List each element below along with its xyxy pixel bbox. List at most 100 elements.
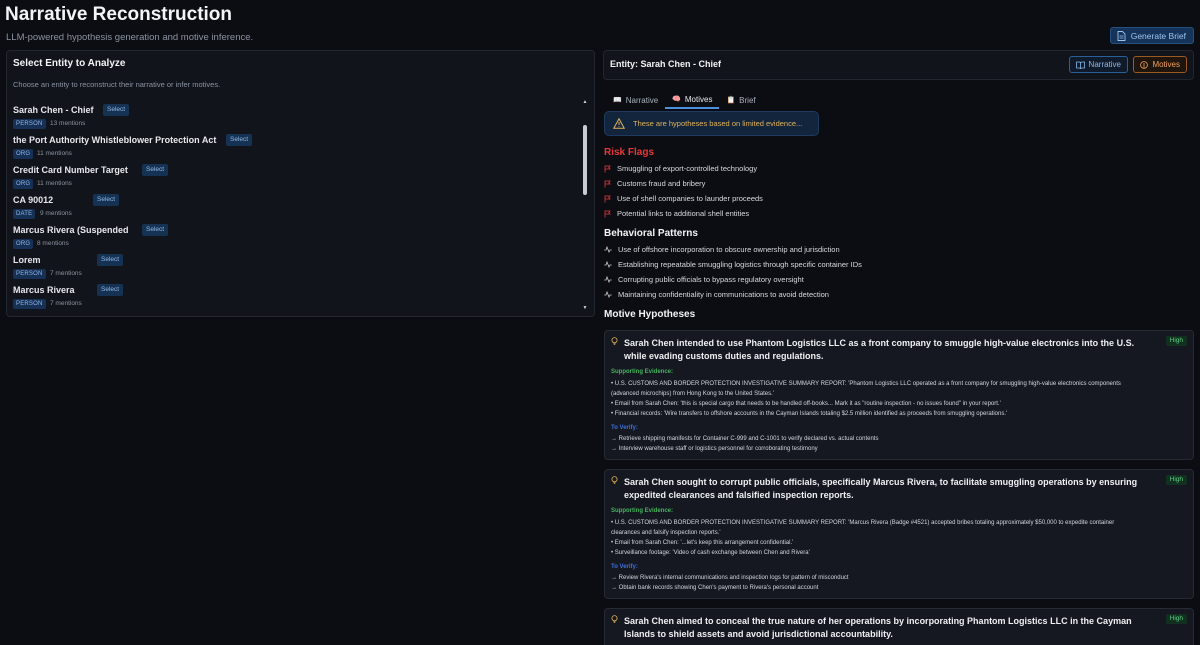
risk-flag-text: Smuggling of export-controlled technolog…	[617, 164, 758, 173]
activity-icon	[604, 291, 612, 298]
list-item: Use of offshore incorporation to obscure…	[604, 242, 862, 257]
select-button[interactable]: Select	[103, 104, 130, 116]
entity-item: Credit Card Number Target Select ORG 11 …	[13, 164, 573, 195]
page-subtitle: LLM-powered hypothesis generation and mo…	[6, 32, 254, 43]
generate-brief-button[interactable]: Generate Brief	[1109, 27, 1194, 44]
entity-name: CA 90012	[13, 195, 54, 205]
pattern-text: Maintaining confidentiality in communica…	[618, 290, 829, 299]
tab-brief[interactable]: 📋 Brief	[719, 91, 762, 109]
entity-item: Lorem Select PERSON 7 mentions	[13, 254, 573, 285]
entity-type-badge: PERSON	[13, 269, 46, 279]
limited-evidence-warning: These are hypotheses based on limited ev…	[604, 111, 819, 136]
behavioral-patterns-list: Use of offshore incorporation to obscure…	[604, 242, 862, 302]
risk-flags-list: Smuggling of export-controlled technolog…	[604, 161, 763, 221]
entity-type-badge: PERSON	[13, 119, 46, 129]
analysis-tabs: 📖 Narrative 🧠 Motives 📋 Brief	[606, 91, 763, 109]
select-button[interactable]: Select	[97, 284, 124, 296]
entity-item: CA 90012 Select DATE 9 mentions	[13, 194, 573, 225]
tab-label: Brief	[739, 95, 756, 105]
entity-selector-title: Select Entity to Analyze	[13, 58, 126, 69]
entity-title: Entity: Sarah Chen - Chief	[610, 59, 722, 69]
hypothesis-title: Sarah Chen sought to corrupt public offi…	[624, 477, 1138, 500]
mention-count: 8 mentions	[37, 240, 69, 247]
entity-header: Entity: Sarah Chen - Chief Narrative Mot…	[603, 50, 1194, 80]
entity-name: Credit Card Number Target	[13, 165, 128, 175]
risk-flags-title: Risk Flags	[604, 147, 655, 158]
entity-name: the Port Authority Whistleblower Protect…	[13, 135, 217, 145]
evidence-list: • U.S. CUSTOMS AND BORDER PROTECTION INV…	[611, 379, 1181, 419]
entity-list-scrollbar[interactable]: ▲ ▼	[582, 99, 588, 311]
verify-item: → Review Rivera's internal communication…	[611, 575, 849, 581]
list-item: Customs fraud and bribery	[604, 176, 763, 191]
confidence-badge: High	[1165, 475, 1187, 485]
risk-flag-text: Customs fraud and bribery	[617, 179, 706, 188]
verify-list: → Retrieve shipping manifests for Contai…	[611, 434, 1181, 454]
entity-type-badge: PERSON	[13, 299, 46, 309]
verify-item: → Obtain bank records showing Chen's pay…	[611, 585, 819, 591]
entity-item: Marcus Rivera Select PERSON 7 mentions	[13, 284, 573, 315]
evidence-item: • Email from Sarah Chen: '...let's keep …	[611, 540, 794, 546]
entity-name: Marcus Rivera (Suspended	[13, 225, 129, 235]
select-button[interactable]: Select	[93, 194, 120, 206]
evidence-item: • Surveillance footage: 'Video of cash e…	[611, 550, 810, 556]
mention-count: 7 mentions	[50, 300, 82, 307]
scroll-thumb[interactable]	[583, 125, 587, 195]
entity-item: Sarah Chen - Chief Select PERSON 13 ment…	[13, 104, 573, 135]
document-icon: 📋	[726, 97, 736, 104]
lightbulb-icon	[611, 337, 618, 345]
motives-button[interactable]: Motives	[1133, 56, 1187, 73]
activity-icon	[604, 276, 612, 283]
pattern-text: Establishing repeatable smuggling logist…	[618, 260, 862, 269]
select-button[interactable]: Select	[226, 134, 253, 146]
activity-icon	[604, 261, 612, 268]
page-title: Narrative Reconstruction	[5, 4, 233, 25]
tab-narrative[interactable]: 📖 Narrative	[606, 91, 665, 109]
brain-icon: 🧠	[672, 96, 681, 103]
list-item: Corrupting public officials to bypass re…	[604, 272, 862, 287]
verify-list: → Review Rivera's internal communication…	[611, 573, 1181, 593]
list-item: Maintaining confidentiality in communica…	[604, 287, 862, 302]
mention-count: 11 mentions	[37, 180, 72, 187]
entity-name: Lorem	[13, 255, 41, 265]
activity-icon	[604, 246, 612, 253]
list-item: Smuggling of export-controlled technolog…	[604, 161, 763, 176]
select-button[interactable]: Select	[97, 254, 124, 266]
entity-type-badge: ORG	[13, 179, 34, 189]
evidence-item: • U.S. CUSTOMS AND BORDER PROTECTION INV…	[611, 381, 1121, 387]
risk-flag-text: Potential links to additional shell enti…	[617, 209, 750, 218]
app-root: Narrative Reconstruction LLM-powered hyp…	[0, 0, 1200, 645]
verify-item: → Interview warehouse staff or logistics…	[611, 446, 818, 452]
motives-button-label: Motives	[1152, 60, 1180, 69]
to-verify-label: To Verify:	[611, 564, 638, 570]
entity-type-badge: ORG	[13, 239, 34, 249]
scroll-down-icon[interactable]: ▼	[582, 305, 588, 311]
motive-hypotheses-title: Motive Hypotheses	[604, 309, 696, 320]
mention-count: 11 mentions	[37, 150, 72, 157]
confidence-badge: High	[1165, 336, 1187, 346]
warning-icon	[613, 118, 625, 129]
evidence-item: (advanced microchips) from Hong Kong to …	[611, 391, 774, 397]
scroll-up-icon[interactable]: ▲	[582, 99, 588, 105]
entity-type-badge: DATE	[13, 209, 36, 219]
lightbulb-icon	[611, 476, 618, 484]
flag-icon	[604, 195, 611, 202]
entity-selector-panel: Select Entity to Analyze Choose an entit…	[6, 50, 595, 317]
confidence-badge: High	[1165, 614, 1187, 624]
warning-text: These are hypotheses based on limited ev…	[633, 119, 803, 128]
evidence-item: • Financial records: 'Wire transfers to …	[611, 411, 1008, 417]
entity-selector-hint: Choose an entity to reconstruct their na…	[13, 80, 221, 89]
book-icon: 📖	[613, 97, 622, 104]
hypothesis-card: Sarah Chen intended to use Phantom Logis…	[604, 330, 1194, 460]
entity-item: the Port Authority Whistleblower Protect…	[13, 134, 573, 165]
supporting-evidence-label: Supporting Evidence:	[611, 369, 674, 375]
to-verify-label: To Verify:	[611, 425, 638, 431]
list-item: Potential links to additional shell enti…	[604, 206, 763, 221]
evidence-item: clearances and falsify inspection report…	[611, 530, 721, 536]
tab-motives[interactable]: 🧠 Motives	[665, 91, 720, 109]
hypothesis-title: Sarah Chen aimed to conceal the true nat…	[624, 616, 1132, 639]
narrative-button[interactable]: Narrative	[1068, 56, 1128, 73]
select-button[interactable]: Select	[142, 164, 169, 176]
pattern-text: Corrupting public officials to bypass re…	[618, 275, 804, 284]
flag-icon	[604, 180, 611, 187]
select-button[interactable]: Select	[142, 224, 169, 236]
